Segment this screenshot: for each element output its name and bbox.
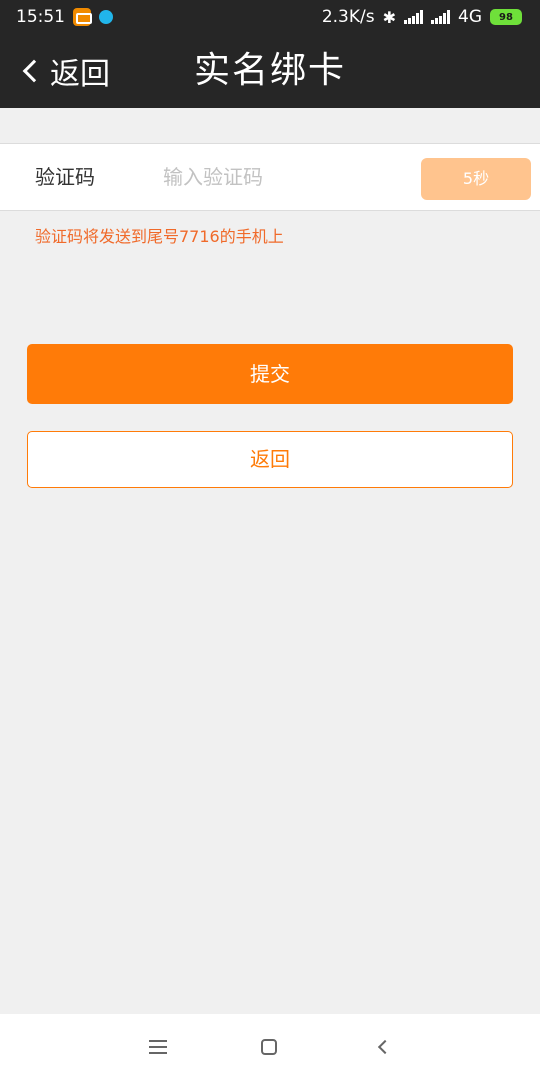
blue-app-icon xyxy=(99,10,113,24)
chevron-left-icon xyxy=(22,59,46,83)
system-navigation-bar xyxy=(0,1014,540,1080)
signal-icon xyxy=(431,10,450,24)
verification-code-label: 验证码 xyxy=(35,165,95,189)
status-bar-right: 2.3K/s ✱ 4G 98 xyxy=(322,7,522,27)
submit-button[interactable]: 提交 xyxy=(27,344,513,404)
battery-icon: 98 xyxy=(490,9,522,25)
signal-icon xyxy=(404,10,423,24)
network-speed: 2.3K/s xyxy=(321,7,375,27)
back-label: 返回 xyxy=(50,57,110,92)
status-bar-left: 15:51 xyxy=(16,7,113,27)
verification-code-input[interactable] xyxy=(163,156,403,198)
menu-icon[interactable] xyxy=(149,1040,167,1054)
back-icon[interactable] xyxy=(377,1039,393,1055)
resend-countdown-button[interactable]: 5秒 xyxy=(421,158,531,200)
network-type: 4G xyxy=(458,7,482,27)
sms-hint-text: 验证码将发送到尾号7716的手机上 xyxy=(35,227,284,246)
orange-app-icon xyxy=(73,8,92,26)
status-bar: 15:51 2.3K/s ✱ 4G 98 xyxy=(0,0,540,34)
bluetooth-icon: ✱ xyxy=(382,7,396,27)
home-icon[interactable] xyxy=(261,1039,277,1055)
top-navigation-bar: 返回 实名绑卡 xyxy=(0,34,540,108)
back-button[interactable]: 返回 xyxy=(20,34,110,108)
verification-code-row: 验证码 5秒 xyxy=(0,143,540,211)
status-time: 15:51 xyxy=(16,7,65,27)
return-button[interactable]: 返回 xyxy=(27,431,513,488)
